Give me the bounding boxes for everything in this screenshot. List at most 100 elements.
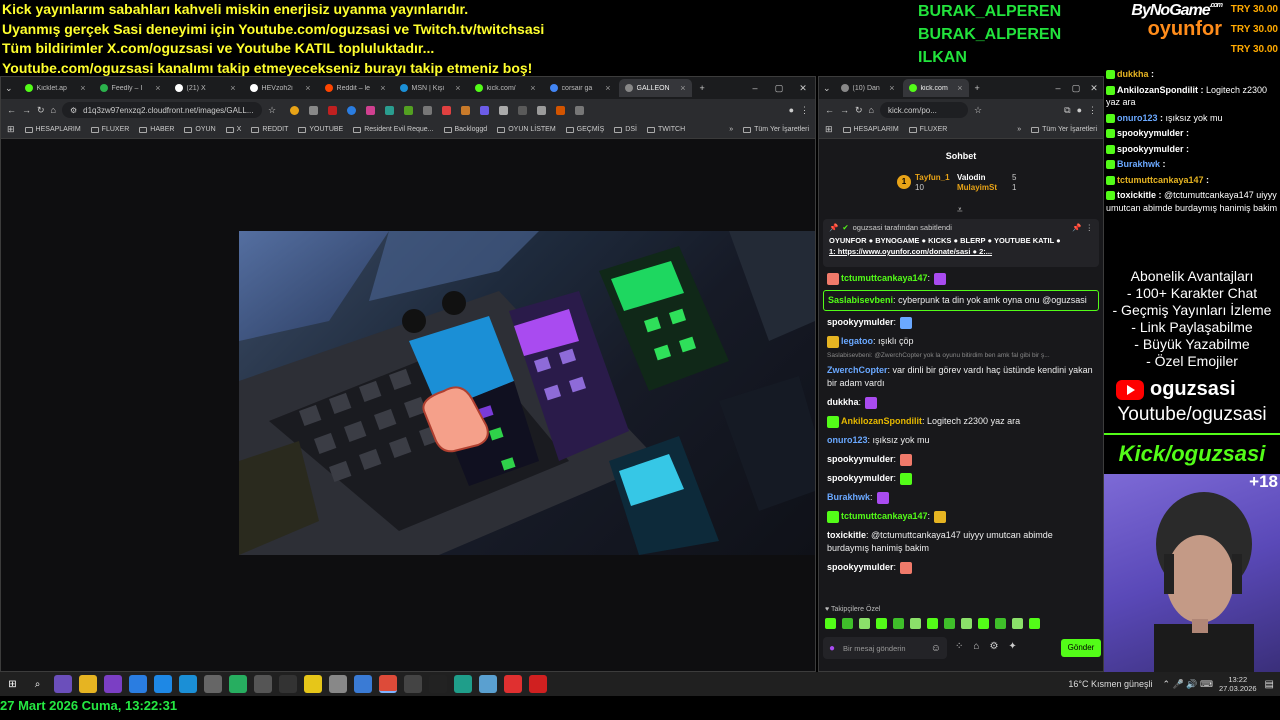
- forward-icon[interactable]: →: [840, 105, 849, 115]
- emote-icon[interactable]: [910, 618, 921, 629]
- pinned-link[interactable]: 1: https://www.oyunfor.com/donate/sasi ●…: [829, 247, 1093, 256]
- chat-message[interactable]: Saslabisevbeni: cyberpunk ta din yok amk…: [823, 290, 1099, 311]
- bookmark-item[interactable]: GEÇMİŞ: [565, 126, 604, 133]
- app-icon[interactable]: [278, 675, 297, 693]
- mic-icon[interactable]: ●: [829, 643, 835, 654]
- reload-icon[interactable]: ↻: [37, 105, 45, 116]
- emote-icon[interactable]: [876, 618, 887, 629]
- app-icon[interactable]: [253, 675, 272, 693]
- close-icon[interactable]: ✕: [791, 83, 815, 94]
- extension-icon[interactable]: [309, 105, 319, 115]
- chat-username[interactable]: spookyymulder: [827, 454, 894, 464]
- tab-left-0[interactable]: Kicklet.ap ×: [19, 79, 92, 97]
- extensions-icon[interactable]: ⧉: [1064, 105, 1070, 116]
- extension-icon[interactable]: [385, 105, 395, 115]
- extension-icon[interactable]: [518, 105, 528, 115]
- extension-icon[interactable]: [480, 105, 490, 115]
- menu-icon[interactable]: ⋮: [800, 105, 809, 116]
- more-icon[interactable]: ⋮: [1086, 223, 1094, 232]
- extension-icon[interactable]: [423, 105, 433, 115]
- chat-username[interactable]: ZwerchCopter: [827, 365, 888, 375]
- maximize-icon[interactable]: ▢: [767, 83, 791, 94]
- extension-icon[interactable]: [290, 105, 300, 115]
- app-icon[interactable]: [478, 675, 497, 693]
- bookmark-item[interactable]: HABER: [139, 126, 174, 133]
- tab-left-1[interactable]: Feedly – I ×: [94, 79, 167, 97]
- chat-message[interactable]: AnkilozanSpondilit: Logitech z2300 yaz a…: [819, 412, 1103, 431]
- chat-message[interactable]: ZwerchCopter: var dinli bir görev vardı …: [819, 361, 1103, 393]
- forward-icon[interactable]: →: [22, 105, 31, 115]
- bookmark-item[interactable]: REDDIT: [251, 126, 288, 133]
- tab-search-icon[interactable]: ⌄: [5, 83, 13, 94]
- emote-icon[interactable]: [995, 618, 1006, 629]
- bookmark-item[interactable]: DSİ: [614, 126, 637, 133]
- tab-close-icon[interactable]: ×: [605, 83, 610, 93]
- tab-right-1[interactable]: kick.com ×: [902, 79, 969, 97]
- send-button[interactable]: Gönder: [1061, 639, 1101, 657]
- bookmark-item[interactable]: HESAPLARIM: [842, 126, 899, 133]
- emote-icon[interactable]: [859, 618, 870, 629]
- app-icon[interactable]: [453, 675, 472, 693]
- settings-icon[interactable]: ⚙: [989, 641, 998, 652]
- app-icon[interactable]: [528, 675, 547, 693]
- tab-left-2[interactable]: (21) X ×: [169, 79, 242, 97]
- extension-icon[interactable]: [366, 105, 376, 115]
- chat-message[interactable]: dukkha:: [819, 393, 1103, 412]
- bookmark-item[interactable]: OYUN: [184, 126, 216, 133]
- chat-message[interactable]: spookyymulder:: [819, 469, 1103, 488]
- url-bar[interactable]: ⚙ d1q3zw97enxzq2.cloudfront.net/images/G…: [61, 102, 262, 118]
- chat-username[interactable]: dukkha: [827, 397, 859, 407]
- star-icon[interactable]: ☆: [974, 105, 982, 116]
- extension-icon[interactable]: [575, 105, 585, 115]
- tab-left-6[interactable]: kick.com/ ×: [469, 79, 542, 97]
- chat-username[interactable]: spookyymulder: [827, 562, 894, 572]
- minimize-icon[interactable]: –: [1049, 83, 1067, 93]
- points-icon[interactable]: ⁘: [955, 641, 963, 652]
- emoji-icon[interactable]: ☺: [931, 643, 941, 654]
- app-icon[interactable]: [53, 675, 72, 693]
- profile-icon[interactable]: ●: [1077, 105, 1082, 115]
- reload-icon[interactable]: ↻: [855, 105, 863, 116]
- new-tab-icon[interactable]: +: [975, 83, 980, 93]
- chat-username[interactable]: onuro123: [827, 435, 868, 445]
- tab-close-icon[interactable]: ×: [889, 83, 894, 93]
- extension-icon[interactable]: [537, 105, 547, 115]
- extension-icon[interactable]: [347, 105, 357, 115]
- chat-message[interactable]: spookyymulder:: [819, 558, 1103, 577]
- vivaldi-icon[interactable]: [503, 675, 522, 693]
- bookmark-item[interactable]: OYUN LİSTEM: [497, 126, 556, 133]
- menu-icon[interactable]: ⋮: [1088, 105, 1097, 116]
- camera-icon[interactable]: [203, 675, 222, 693]
- maximize-icon[interactable]: ▢: [1067, 83, 1085, 94]
- home-icon[interactable]: ⌂: [51, 105, 56, 115]
- clock[interactable]: 13:22 27.03.2026: [1219, 675, 1257, 693]
- chat-username[interactable]: AnkilozanSpondilit: [841, 416, 922, 426]
- chat-username[interactable]: spookyymulder: [827, 473, 894, 483]
- bookmark-item[interactable]: X: [225, 126, 241, 133]
- expand-icon[interactable]: ⩡: [957, 205, 963, 216]
- tab-close-icon[interactable]: ×: [530, 83, 535, 93]
- bookmark-item[interactable]: FLUXER: [908, 126, 947, 133]
- extension-icon[interactable]: [404, 105, 414, 115]
- bookmark-item[interactable]: FLUXER: [90, 126, 129, 133]
- app-icon[interactable]: [353, 675, 372, 693]
- chat-message[interactable]: Burakhwk:: [819, 488, 1103, 507]
- minimize-icon[interactable]: –: [743, 83, 767, 93]
- extension-icon[interactable]: [556, 105, 566, 115]
- emote-icon[interactable]: [978, 618, 989, 629]
- app-icon[interactable]: [403, 675, 422, 693]
- file-explorer-icon[interactable]: [78, 675, 97, 693]
- app-icon[interactable]: [428, 675, 447, 693]
- home-icon[interactable]: ⌂: [869, 105, 874, 115]
- tab-left-7[interactable]: corsair ga ×: [544, 79, 617, 97]
- emote-icon[interactable]: [961, 618, 972, 629]
- chat-username[interactable]: tctumuttcankaya147: [841, 511, 928, 521]
- tab-close-icon[interactable]: ×: [957, 83, 962, 93]
- star-icon[interactable]: ☆: [268, 105, 276, 116]
- message-input[interactable]: ● Bir mesaj gönderin ☺: [823, 637, 947, 659]
- emote-icon[interactable]: [842, 618, 853, 629]
- tab-close-icon[interactable]: ×: [380, 83, 385, 93]
- bookmark-item[interactable]: Backloggd: [443, 126, 487, 133]
- product-image[interactable]: [239, 231, 815, 555]
- all-bookmarks[interactable]: Tüm Yer İşaretleri: [743, 126, 809, 133]
